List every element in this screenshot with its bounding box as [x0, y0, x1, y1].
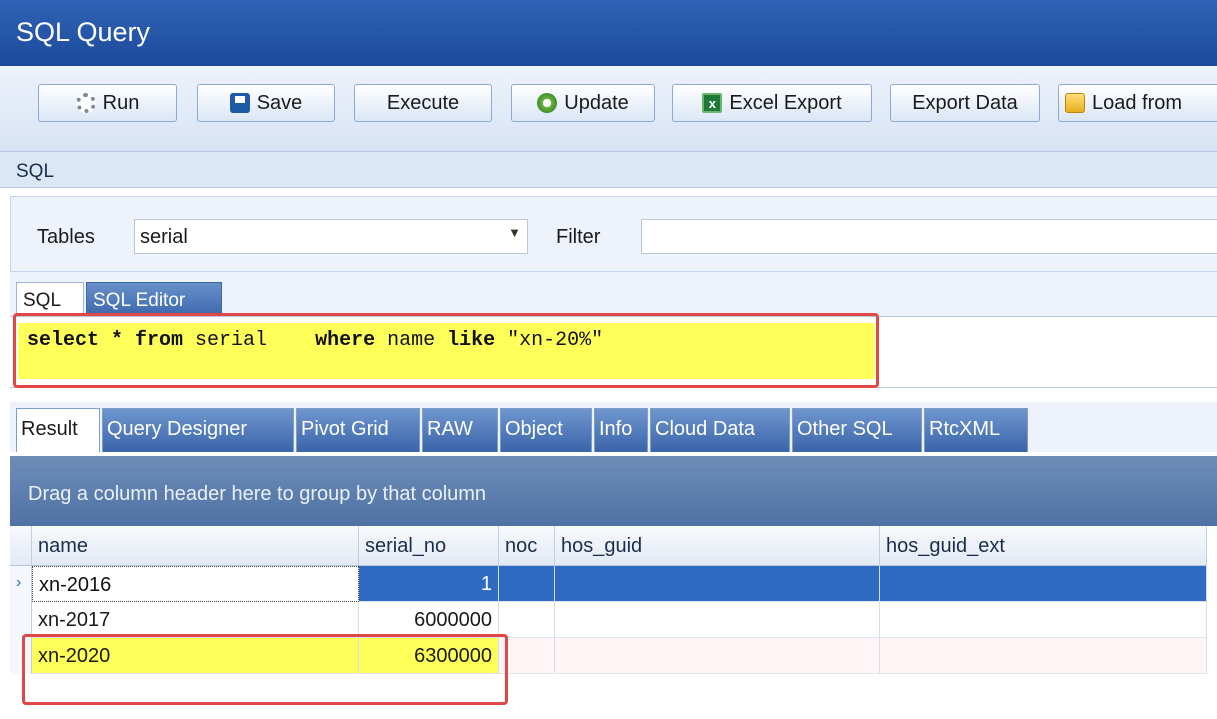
- tables-dropdown[interactable]: serial ▼: [134, 219, 528, 254]
- column-header-noc[interactable]: noc: [499, 526, 555, 566]
- chevron-down-icon[interactable]: ▼: [508, 225, 521, 240]
- floppy-disk-icon: [229, 93, 250, 113]
- column-header-hos-guid[interactable]: hos_guid: [555, 526, 880, 566]
- table-row-cell-hos-guid-ext[interactable]: [880, 602, 1207, 638]
- load-from-button[interactable]: Load from: [1058, 84, 1217, 122]
- tab-sql-editor[interactable]: SQL Editor: [86, 282, 222, 316]
- export-data-button[interactable]: Export Data: [890, 84, 1040, 122]
- table-row-cell-hos-guid-ext[interactable]: [880, 638, 1207, 674]
- execute-label: Execute: [386, 91, 460, 114]
- export-data-label: Export Data: [912, 91, 1018, 114]
- row-indicator-header: [10, 526, 32, 566]
- folder-icon: [1065, 93, 1085, 113]
- excel-export-button[interactable]: x Excel Export: [672, 84, 872, 122]
- execute-button[interactable]: Execute: [354, 84, 492, 122]
- excel-icon: x: [702, 93, 723, 113]
- tab-result[interactable]: Result: [16, 408, 100, 452]
- run-button[interactable]: Run: [38, 84, 177, 122]
- save-button[interactable]: Save: [197, 84, 335, 122]
- window-title: SQL Query: [0, 0, 1217, 66]
- tables-label: Tables: [37, 226, 95, 248]
- tab-sql[interactable]: SQL: [16, 282, 84, 316]
- excel-export-label: Excel Export: [729, 91, 842, 114]
- load-from-label: Load from: [1092, 91, 1183, 114]
- table-row-cell-serial-no[interactable]: 1: [359, 566, 499, 602]
- group-by-panel[interactable]: Drag a column header here to group by th…: [10, 456, 1217, 526]
- run-label: Run: [102, 91, 140, 114]
- save-label: Save: [256, 91, 303, 114]
- update-label: Update: [564, 91, 629, 114]
- sql-tab-strip: SQL SQL Editor: [10, 272, 1217, 316]
- tab-info[interactable]: Info: [594, 408, 648, 452]
- row-indicator: [10, 602, 32, 638]
- table-row-cell-serial-no[interactable]: 6000000: [359, 602, 499, 638]
- tab-other-sql[interactable]: Other SQL: [792, 408, 922, 452]
- tab-cloud-data[interactable]: Cloud Data: [650, 408, 790, 452]
- sql-section-header: SQL: [0, 152, 1217, 188]
- column-header-serial-no[interactable]: serial_no: [359, 526, 499, 566]
- filter-label: Filter: [556, 226, 601, 248]
- toolbar: Run Save Execute Update x Excel Export E…: [0, 66, 1217, 152]
- annotation-query-box: [13, 313, 879, 388]
- current-row-indicator-icon: ›: [10, 566, 32, 602]
- filter-panel: Tables serial ▼ Filter: [10, 196, 1217, 272]
- table-row-cell-name[interactable]: xn-2017: [32, 602, 359, 638]
- table-row-cell-noc[interactable]: [499, 566, 555, 602]
- tables-value: serial: [140, 226, 188, 248]
- tab-query-designer[interactable]: Query Designer: [102, 408, 294, 452]
- table-row-cell-hos-guid-ext[interactable]: [880, 566, 1207, 602]
- refresh-icon: [537, 93, 558, 113]
- table-row-cell-hos-guid[interactable]: [555, 566, 880, 602]
- table-row-cell-hos-guid[interactable]: [555, 602, 880, 638]
- tab-object[interactable]: Object: [500, 408, 592, 452]
- tab-rtcxml[interactable]: RtcXML: [924, 408, 1028, 452]
- column-header-hos-guid-ext[interactable]: hos_guid_ext: [880, 526, 1207, 566]
- result-tab-strip: Result Query Designer Pivot Grid RAW Obj…: [10, 402, 1217, 452]
- table-row-cell-hos-guid[interactable]: [555, 638, 880, 674]
- annotation-result-box: [22, 634, 508, 705]
- filter-input[interactable]: [641, 219, 1217, 254]
- table-row-cell-name[interactable]: xn-2016: [32, 566, 359, 602]
- gear-icon: [75, 93, 96, 113]
- update-button[interactable]: Update: [511, 84, 655, 122]
- column-header-name[interactable]: name: [32, 526, 359, 566]
- table-row-cell-noc[interactable]: [499, 602, 555, 638]
- tab-raw[interactable]: RAW: [422, 408, 498, 452]
- tab-pivot-grid[interactable]: Pivot Grid: [296, 408, 420, 452]
